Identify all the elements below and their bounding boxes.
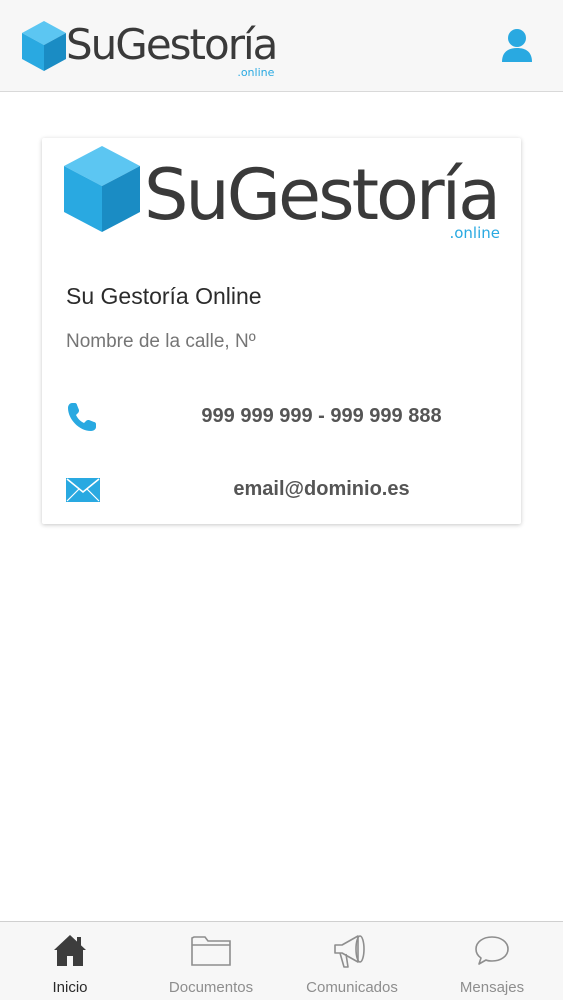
email-contact-row[interactable]: email@dominio.es	[42, 470, 521, 510]
cube-logo-icon	[64, 146, 140, 232]
tab-label: Inicio	[52, 979, 88, 996]
tab-comunicados[interactable]: Comunicados	[282, 922, 422, 1000]
tab-documentos[interactable]: Documentos	[141, 922, 281, 1000]
phone-number[interactable]: 999 999 999 - 999 999 888	[142, 405, 501, 428]
logo-text: SuGestoría .online	[66, 20, 278, 79]
bottom-tab-bar: Inicio Documentos Comunicados Mensajes	[0, 921, 563, 1000]
tab-label: Comunicados	[306, 979, 398, 996]
chat-bubble-icon	[475, 936, 509, 965]
logo-wordmark: SuGestoría	[144, 154, 501, 236]
logo-wordmark: SuGestoría	[66, 20, 278, 69]
company-logo: SuGestoría .online	[62, 144, 501, 241]
header-logo: SuGestoría .online	[21, 20, 278, 79]
company-card: SuGestoría .online Su Gestoría Online No…	[42, 138, 521, 524]
tab-label: Documentos	[168, 979, 254, 996]
folder-icon	[191, 936, 231, 966]
company-address: Nombre de la calle, Nº	[66, 331, 256, 352]
logo-suffix: .online	[237, 66, 275, 79]
email-address[interactable]: email@dominio.es	[142, 478, 501, 501]
company-name: Su Gestoría Online	[66, 283, 262, 309]
phone-icon	[68, 403, 96, 431]
tab-inicio[interactable]: Inicio	[0, 922, 140, 1000]
app-screen: SuGestoría .online SuGestoría .online Su	[0, 0, 563, 1000]
envelope-icon	[66, 478, 100, 502]
tab-label: Mensajes	[459, 979, 525, 996]
phone-contact-row[interactable]: 999 999 999 - 999 999 888	[42, 397, 521, 437]
user-icon	[502, 29, 532, 62]
cube-logo-icon	[22, 21, 66, 71]
home-icon	[54, 935, 86, 966]
tab-mensajes[interactable]: Mensajes	[422, 922, 562, 1000]
megaphone-icon	[334, 935, 365, 968]
logo-suffix: .online	[449, 224, 500, 242]
logo-text: SuGestoría .online	[142, 144, 501, 241]
top-navigation-bar: SuGestoría .online	[0, 0, 563, 92]
user-profile-button[interactable]	[500, 28, 540, 68]
